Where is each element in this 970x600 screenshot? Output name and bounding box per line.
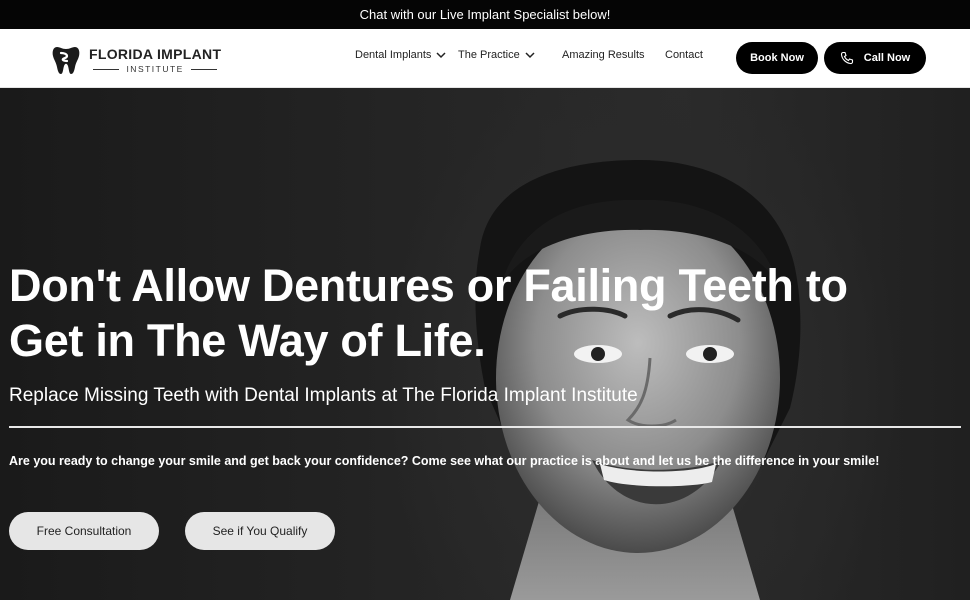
hero-body-text: Are you ready to change your smile and g… xyxy=(9,454,880,468)
hero-title-line-1: Don't Allow Dentures or Failing Teeth to xyxy=(9,260,848,311)
nav-the-practice-label: The Practice xyxy=(458,49,520,61)
phone-icon xyxy=(840,51,853,65)
site-header: FLORIDA IMPLANT INSTITUTE Dental Implant… xyxy=(0,29,970,88)
announcement-bar[interactable]: Chat with our Live Implant Specialist be… xyxy=(0,0,970,29)
hero-section: Don't Allow Dentures or Failing Teeth to… xyxy=(0,88,970,600)
hero-divider xyxy=(9,426,961,428)
nav-contact[interactable]: Contact xyxy=(665,49,703,61)
see-if-you-qualify-label: See if You Qualify xyxy=(212,524,308,538)
logo-title: FLORIDA IMPLANT xyxy=(89,46,222,62)
nav-the-practice[interactable]: The Practice xyxy=(458,49,535,61)
site-logo[interactable]: FLORIDA IMPLANT INSTITUTE xyxy=(52,44,221,76)
nav-dental-implants-label: Dental Implants xyxy=(355,49,432,61)
hero-title-line-2: Get in The Way of Life. xyxy=(9,315,486,366)
logo-subtitle-row: INSTITUTE xyxy=(93,64,217,74)
hero-title: Don't Allow Dentures or Failing Teeth to… xyxy=(9,258,959,368)
hero-subtitle: Replace Missing Teeth with Dental Implan… xyxy=(9,385,638,406)
nav-amazing-results-label: Amazing Results xyxy=(562,49,645,61)
call-now-button[interactable]: Call Now xyxy=(824,42,926,74)
tooth-logo-icon xyxy=(52,47,80,74)
chevron-down-icon xyxy=(525,52,535,59)
nav-amazing-results[interactable]: Amazing Results xyxy=(562,49,645,61)
announcement-text[interactable]: Chat with our Live Implant Specialist be… xyxy=(360,7,611,22)
logo-subtitle: INSTITUTE xyxy=(126,64,184,74)
logo-rule-right xyxy=(190,68,217,70)
book-now-button[interactable]: Book Now xyxy=(736,42,818,74)
logo-rule-left xyxy=(93,68,120,70)
chevron-down-icon xyxy=(436,52,446,59)
call-now-label: Call Now xyxy=(863,52,911,64)
nav-dental-implants[interactable]: Dental Implants xyxy=(355,49,446,61)
free-consultation-button[interactable]: Free Consultation xyxy=(9,512,159,550)
book-now-label: Book Now xyxy=(750,52,804,64)
free-consultation-label: Free Consultation xyxy=(36,524,132,538)
see-if-you-qualify-button[interactable]: See if You Qualify xyxy=(185,512,335,550)
logo-wordmark: FLORIDA IMPLANT INSTITUTE xyxy=(89,46,221,74)
nav-contact-label: Contact xyxy=(665,49,703,61)
